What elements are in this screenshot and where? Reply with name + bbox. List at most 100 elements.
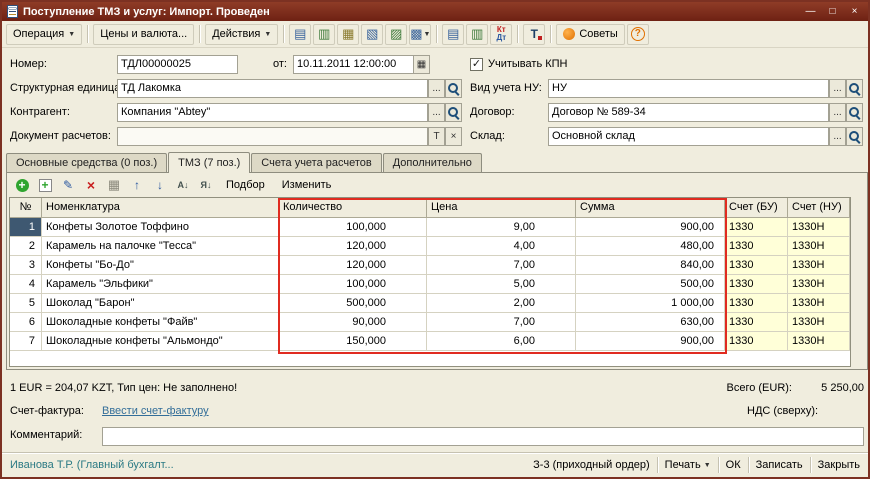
kpn-checkbox[interactable]: ✓	[470, 58, 483, 71]
cell-nu[interactable]: 1330Н	[788, 237, 850, 255]
cell-name[interactable]: Шоколадные конфеты "Альмондо"	[42, 332, 279, 350]
post-document-button[interactable]: ▤	[289, 24, 311, 45]
cell-qty[interactable]: 90,000	[279, 313, 427, 331]
save-button[interactable]: Записать	[756, 459, 803, 471]
create-based-button[interactable]: ▧	[361, 24, 383, 45]
cell-num[interactable]: 6	[10, 313, 42, 331]
table-row[interactable]: 2Карамель на палочке "Тесса"120,0004,004…	[10, 237, 850, 256]
cell-bu[interactable]: 1330	[725, 256, 788, 274]
add-row-button[interactable]: +	[12, 175, 32, 195]
contract-select-button[interactable]: ...	[829, 103, 846, 122]
counterparty-select-button[interactable]: ...	[428, 103, 445, 122]
cell-num[interactable]: 3	[10, 256, 42, 274]
cell-price[interactable]: 9,00	[427, 218, 576, 236]
sort-ascending-button[interactable]: А↓	[173, 175, 193, 195]
cell-bu[interactable]: 1330	[725, 332, 788, 350]
calendar-button[interactable]: ▦	[413, 55, 430, 74]
cell-nu[interactable]: 1330Н	[788, 218, 850, 236]
maximize-button[interactable]: □	[824, 5, 841, 19]
table-row[interactable]: 6Шоколадные конфеты "Файв"90,0007,00630,…	[10, 313, 850, 332]
table-row[interactable]: 7Шоколадные конфеты "Альмондо"150,0006,0…	[10, 332, 850, 351]
table-row[interactable]: 1Конфеты Золотое Тоффино100,0009,00900,0…	[10, 218, 850, 237]
edit-row-button[interactable]: ✎	[58, 175, 78, 195]
warehouse-select-button[interactable]: ...	[829, 127, 846, 146]
structural-unit-input[interactable]: ТД Лакомка	[117, 79, 428, 98]
ok-button[interactable]: ОК	[726, 459, 741, 471]
cell-sum[interactable]: 900,00	[576, 332, 725, 350]
cell-num[interactable]: 5	[10, 294, 42, 312]
cell-sum[interactable]: 840,00	[576, 256, 725, 274]
move-down-button[interactable]: ↓	[150, 175, 170, 195]
pick-button[interactable]: Подбор	[219, 177, 272, 193]
contract-open-button[interactable]	[846, 103, 863, 122]
accounting-type-select-button[interactable]: ...	[829, 79, 846, 98]
warehouse-input[interactable]: Основной склад	[548, 127, 829, 146]
cell-bu[interactable]: 1330	[725, 218, 788, 236]
cell-num[interactable]: 2	[10, 237, 42, 255]
counterparty-input[interactable]: Компания "Abtey"	[117, 103, 428, 122]
cell-name[interactable]: Конфеты Золотое Тоффино	[42, 218, 279, 236]
cell-nu[interactable]: 1330Н	[788, 275, 850, 293]
settlement-document-clear-button[interactable]: ×	[445, 127, 462, 146]
cell-price[interactable]: 7,00	[427, 313, 576, 331]
check-list-settings-button[interactable]: ▥	[466, 24, 488, 45]
accounting-type-open-button[interactable]	[846, 79, 863, 98]
date-input[interactable]: 10.11.2011 12:00:00	[293, 55, 430, 74]
cell-name[interactable]: Шоколадные конфеты "Файв"	[42, 313, 279, 331]
dt-kt-button[interactable]: Кт Дт	[490, 24, 512, 45]
cell-qty[interactable]: 120,000	[279, 237, 427, 255]
change-button[interactable]: Изменить	[275, 177, 339, 193]
cell-num[interactable]: 4	[10, 275, 42, 293]
cell-name[interactable]: Карамель "Эльфики"	[42, 275, 279, 293]
check-list-button[interactable]: ▤	[442, 24, 464, 45]
accounting-type-input[interactable]: НУ	[548, 79, 829, 98]
cell-nu[interactable]: 1330Н	[788, 313, 850, 331]
print-button[interactable]: Печать ▼	[665, 459, 711, 471]
cell-nu[interactable]: 1330Н	[788, 256, 850, 274]
cell-num[interactable]: 7	[10, 332, 42, 350]
cell-nu[interactable]: 1330Н	[788, 294, 850, 312]
cell-bu[interactable]: 1330	[725, 313, 788, 331]
settlement-document-type-button[interactable]: Т	[428, 127, 445, 146]
comment-input[interactable]	[102, 427, 864, 446]
sort-descending-button[interactable]: Я↓	[196, 175, 216, 195]
tips-button[interactable]: Советы	[556, 24, 624, 45]
move-up-button[interactable]: ↑	[127, 175, 147, 195]
table-row[interactable]: 4Карамель "Эльфики"100,0005,00500,001330…	[10, 275, 850, 294]
copy-document-button[interactable]: ▥	[313, 24, 335, 45]
counterparty-open-button[interactable]	[445, 103, 462, 122]
actions-menu-button[interactable]: Действия ▼	[205, 24, 278, 45]
number-input[interactable]: ТДЛ00000025	[117, 55, 238, 74]
cell-num[interactable]: 1	[10, 218, 42, 236]
cell-sum[interactable]: 900,00	[576, 218, 725, 236]
close-window-button[interactable]: Закрыть	[818, 459, 860, 471]
cell-price[interactable]: 4,00	[427, 237, 576, 255]
tab-tmz[interactable]: ТМЗ (7 поз.)	[168, 152, 250, 173]
open-list-button[interactable]: ▦	[337, 24, 359, 45]
refresh-button[interactable]: ▨	[385, 24, 407, 45]
more-actions-button[interactable]: ▩ ▼	[409, 24, 431, 45]
cell-bu[interactable]: 1330	[725, 275, 788, 293]
subordination-structure-button[interactable]: Т	[523, 24, 545, 45]
help-button[interactable]: ?	[627, 24, 649, 45]
table-row[interactable]: 3Конфеты "Бо-До"120,0007,00840,001330133…	[10, 256, 850, 275]
operation-menu-button[interactable]: Операция ▼	[6, 24, 82, 45]
cell-name[interactable]: Конфеты "Бо-До"	[42, 256, 279, 274]
tab-additional[interactable]: Дополнительно	[383, 153, 482, 172]
cell-price[interactable]: 7,00	[427, 256, 576, 274]
cell-bu[interactable]: 1330	[725, 237, 788, 255]
minimize-button[interactable]: —	[802, 5, 819, 19]
cell-sum[interactable]: 480,00	[576, 237, 725, 255]
related-order-button[interactable]: З-3 (приходный ордер)	[533, 459, 650, 471]
cell-price[interactable]: 6,00	[427, 332, 576, 350]
settlement-document-input[interactable]	[117, 127, 428, 146]
cell-qty[interactable]: 150,000	[279, 332, 427, 350]
cell-name[interactable]: Шоколад "Барон"	[42, 294, 279, 312]
cell-sum[interactable]: 1 000,00	[576, 294, 725, 312]
cell-sum[interactable]: 630,00	[576, 313, 725, 331]
enter-invoice-link[interactable]: Ввести счет-фактуру	[102, 405, 209, 417]
cell-price[interactable]: 2,00	[427, 294, 576, 312]
delete-row-button[interactable]: ×	[81, 175, 101, 195]
contract-input[interactable]: Договор № 589-34	[548, 103, 829, 122]
cell-price[interactable]: 5,00	[427, 275, 576, 293]
